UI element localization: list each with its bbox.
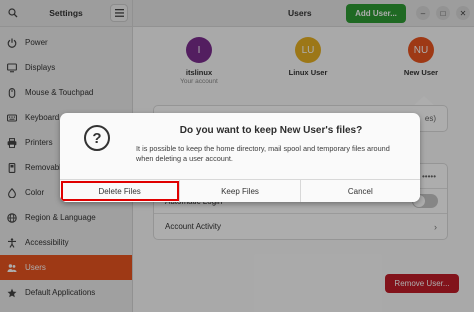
delete-files-button[interactable]: Delete Files (60, 180, 181, 202)
cancel-button[interactable]: Cancel (300, 180, 420, 202)
dialog-title: Do you want to keep New User's files? (179, 125, 363, 136)
dialog-button-bar: Delete Files Keep Files Cancel (60, 179, 420, 202)
dialog-message: It is possible to keep the home director… (136, 144, 390, 163)
keep-files-button[interactable]: Keep Files (180, 180, 301, 202)
keep-files-dialog: ? Do you want to keep New User's files? … (60, 113, 420, 202)
question-icon: ? (84, 125, 110, 151)
